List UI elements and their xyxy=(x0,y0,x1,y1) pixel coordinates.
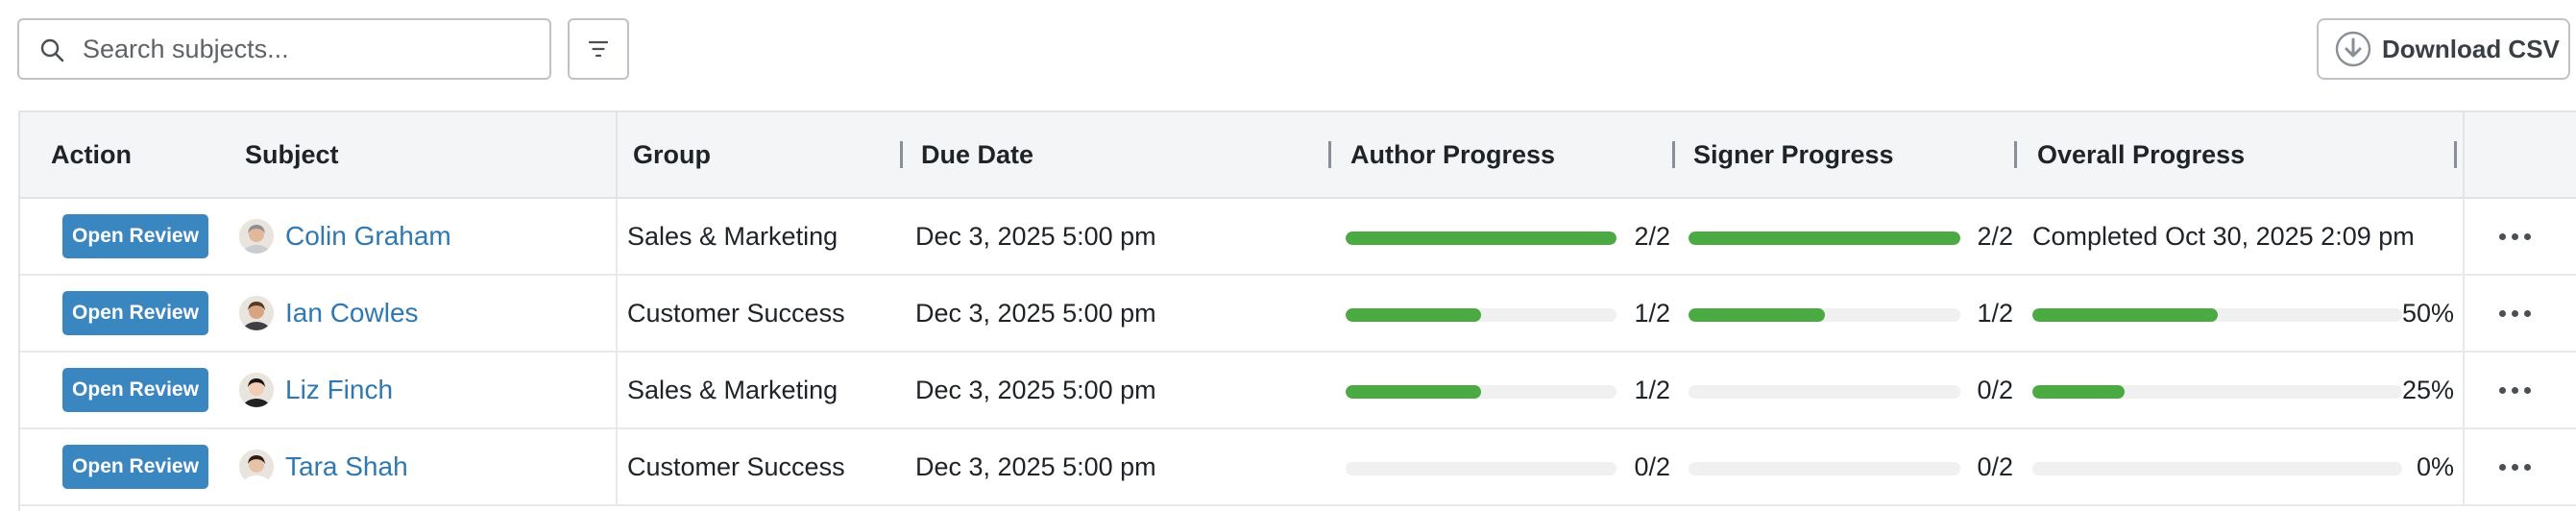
author-progress-label: 2/2 xyxy=(1634,221,1670,251)
overall-progress-bar xyxy=(2032,385,2402,399)
column-divider xyxy=(616,429,618,506)
column-resize-handle[interactable] xyxy=(900,141,903,168)
due-date-cell: Dec 3, 2025 5:00 pm xyxy=(915,221,1156,251)
author-progress-label: 1/2 xyxy=(1634,298,1670,328)
column-divider xyxy=(2463,429,2465,506)
more-actions-icon[interactable] xyxy=(2491,377,2539,402)
due-date-cell: Dec 3, 2025 5:00 pm xyxy=(915,451,1156,481)
author-progress-label: 0/2 xyxy=(1634,451,1670,481)
author-progress-bar-fill xyxy=(1346,308,1481,322)
table-row: Open Review Liz Finch Sales & Marketing … xyxy=(20,353,2576,429)
overall-progress-bar-fill xyxy=(2032,385,2125,399)
column-divider xyxy=(2463,199,2465,276)
column-header-group[interactable]: Group xyxy=(633,112,711,197)
subject-link[interactable]: Ian Cowles xyxy=(285,276,419,351)
column-header-action[interactable]: Action xyxy=(51,112,132,197)
overall-progress-bar xyxy=(2032,462,2402,475)
due-date-cell: Dec 3, 2025 5:00 pm xyxy=(915,298,1156,328)
overall-progress-percent: 25% xyxy=(2401,375,2454,404)
column-header-author-progress[interactable]: Author Progress xyxy=(1350,112,1555,197)
signer-progress-bar-fill xyxy=(1689,231,1960,245)
signer-progress-label: 2/2 xyxy=(1977,221,2013,251)
overall-progress-percent: 0% xyxy=(2416,451,2454,481)
group-cell: Customer Success xyxy=(627,298,845,328)
table-row: Open Review Ian Cowles Customer Success … xyxy=(20,276,2576,353)
author-progress-label: 1/2 xyxy=(1634,375,1670,404)
due-date-cell: Dec 3, 2025 5:00 pm xyxy=(915,375,1156,404)
toolbar: Download CSV xyxy=(0,0,2576,106)
signer-progress-bar xyxy=(1689,462,1960,475)
author-progress-bar xyxy=(1346,308,1616,322)
open-review-button[interactable]: Open Review xyxy=(62,291,208,335)
author-progress-bar-fill xyxy=(1346,385,1481,399)
column-resize-handle[interactable] xyxy=(1672,141,1675,168)
column-divider xyxy=(2463,112,2465,197)
signer-progress-label: 1/2 xyxy=(1977,298,2013,328)
more-actions-icon[interactable] xyxy=(2491,224,2539,249)
column-divider xyxy=(2463,353,2465,429)
table-row: Open Review Colin Graham Sales & Marketi… xyxy=(20,199,2576,276)
column-divider xyxy=(616,353,618,429)
search-icon xyxy=(40,38,64,62)
open-review-button[interactable]: Open Review xyxy=(62,445,208,489)
column-header-subject[interactable]: Subject xyxy=(245,112,339,197)
more-actions-icon[interactable] xyxy=(2491,301,2539,326)
filter-button[interactable] xyxy=(568,18,629,80)
author-progress-bar xyxy=(1346,385,1616,399)
column-divider xyxy=(616,199,618,276)
author-progress-bar-fill xyxy=(1346,231,1616,245)
column-divider xyxy=(616,276,618,353)
signer-progress-label: 0/2 xyxy=(1977,375,2013,404)
filter-icon xyxy=(588,40,609,58)
subject-link[interactable]: Colin Graham xyxy=(285,199,451,274)
avatar xyxy=(239,219,274,254)
subjects-table: Action Subject Group Due Date Author Pro… xyxy=(18,110,2576,511)
table-row: Open Review Tara Shah Customer Success D… xyxy=(20,429,2576,506)
open-review-button[interactable]: Open Review xyxy=(62,368,208,412)
open-review-button[interactable]: Open Review xyxy=(62,214,208,258)
signer-progress-bar xyxy=(1689,385,1960,399)
group-cell: Customer Success xyxy=(627,451,845,481)
search-input[interactable] xyxy=(83,20,534,78)
subject-link[interactable]: Liz Finch xyxy=(285,353,393,427)
download-icon xyxy=(2335,31,2371,67)
download-csv-label: Download CSV xyxy=(2382,34,2560,63)
overall-progress-percent: 50% xyxy=(2401,298,2454,328)
column-header-overall-progress[interactable]: Overall Progress xyxy=(2037,112,2245,197)
search-box[interactable] xyxy=(17,18,551,80)
signer-progress-bar xyxy=(1689,231,1960,245)
subject-link[interactable]: Tara Shah xyxy=(285,429,408,504)
table-header: Action Subject Group Due Date Author Pro… xyxy=(20,112,2576,199)
avatar xyxy=(239,450,274,484)
column-resize-handle[interactable] xyxy=(1328,141,1331,168)
signer-progress-bar-fill xyxy=(1689,308,1825,322)
column-header-signer-progress[interactable]: Signer Progress xyxy=(1693,112,1894,197)
column-resize-handle[interactable] xyxy=(2454,141,2457,168)
signer-progress-bar xyxy=(1689,308,1960,322)
group-cell: Sales & Marketing xyxy=(627,375,838,404)
column-divider xyxy=(2463,276,2465,353)
author-progress-bar xyxy=(1346,231,1616,245)
download-csv-button[interactable]: Download CSV xyxy=(2317,18,2570,80)
signer-progress-label: 0/2 xyxy=(1977,451,2013,481)
overall-progress-bar-fill xyxy=(2032,308,2218,322)
column-divider xyxy=(616,112,618,197)
more-actions-icon[interactable] xyxy=(2491,454,2539,479)
column-resize-handle[interactable] xyxy=(2014,141,2017,168)
overall-progress-bar xyxy=(2032,308,2402,322)
avatar xyxy=(239,373,274,407)
column-header-due-date[interactable]: Due Date xyxy=(921,112,1033,197)
group-cell: Sales & Marketing xyxy=(627,221,838,251)
avatar xyxy=(239,296,274,330)
author-progress-bar xyxy=(1346,462,1616,475)
overall-completed-text: Completed Oct 30, 2025 2:09 pm xyxy=(2032,221,2415,251)
